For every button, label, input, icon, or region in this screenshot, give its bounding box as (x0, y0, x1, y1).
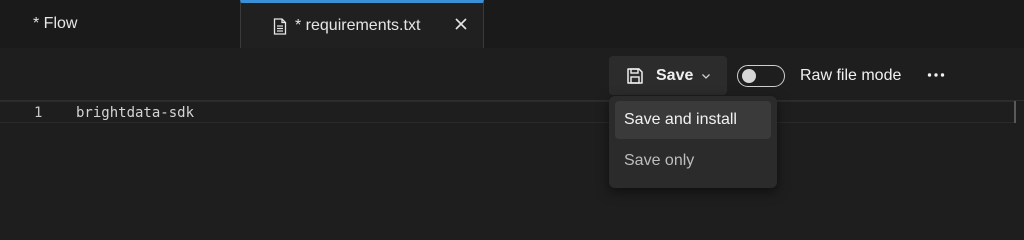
save-icon (627, 67, 643, 84)
save-button-label: Save (656, 66, 694, 84)
editor-line: 1 brightdata-sdk (0, 101, 1016, 123)
more-icon (927, 73, 945, 77)
toggle-knob (742, 69, 756, 83)
raw-file-mode-label: Raw file mode (800, 67, 902, 84)
app-root: * Flow * requirements.txt Save Raw file … (0, 0, 1024, 201)
scrollbar[interactable] (1014, 101, 1016, 123)
save-button[interactable]: Save (609, 56, 727, 95)
raw-file-mode-toggle[interactable] (737, 65, 785, 87)
save-dropdown-menu: Save and install Save only (609, 96, 777, 188)
more-options-button[interactable] (922, 61, 950, 89)
tab-requirements-label: * requirements.txt (295, 17, 421, 34)
code-editor[interactable]: 1 brightdata-sdk (0, 101, 1024, 201)
tab-requirements[interactable]: * requirements.txt (240, 0, 484, 49)
chevron-down-icon (702, 73, 711, 79)
tab-flow-label: * Flow (33, 15, 78, 32)
tab-flow[interactable]: * Flow (0, 0, 240, 48)
editor-toolbar: Save Raw file mode (0, 48, 1024, 101)
menu-item-label: Save only (624, 152, 695, 169)
line-content[interactable]: brightdata-sdk (76, 105, 194, 121)
menu-item-save-and-install[interactable]: Save and install (615, 101, 771, 139)
document-icon (273, 17, 287, 35)
tab-bar: * Flow * requirements.txt (0, 0, 1024, 49)
close-icon[interactable] (453, 16, 469, 32)
line-number: 1 (34, 105, 43, 121)
menu-item-save-only[interactable]: Save only (615, 142, 771, 180)
menu-item-label: Save and install (624, 111, 737, 128)
